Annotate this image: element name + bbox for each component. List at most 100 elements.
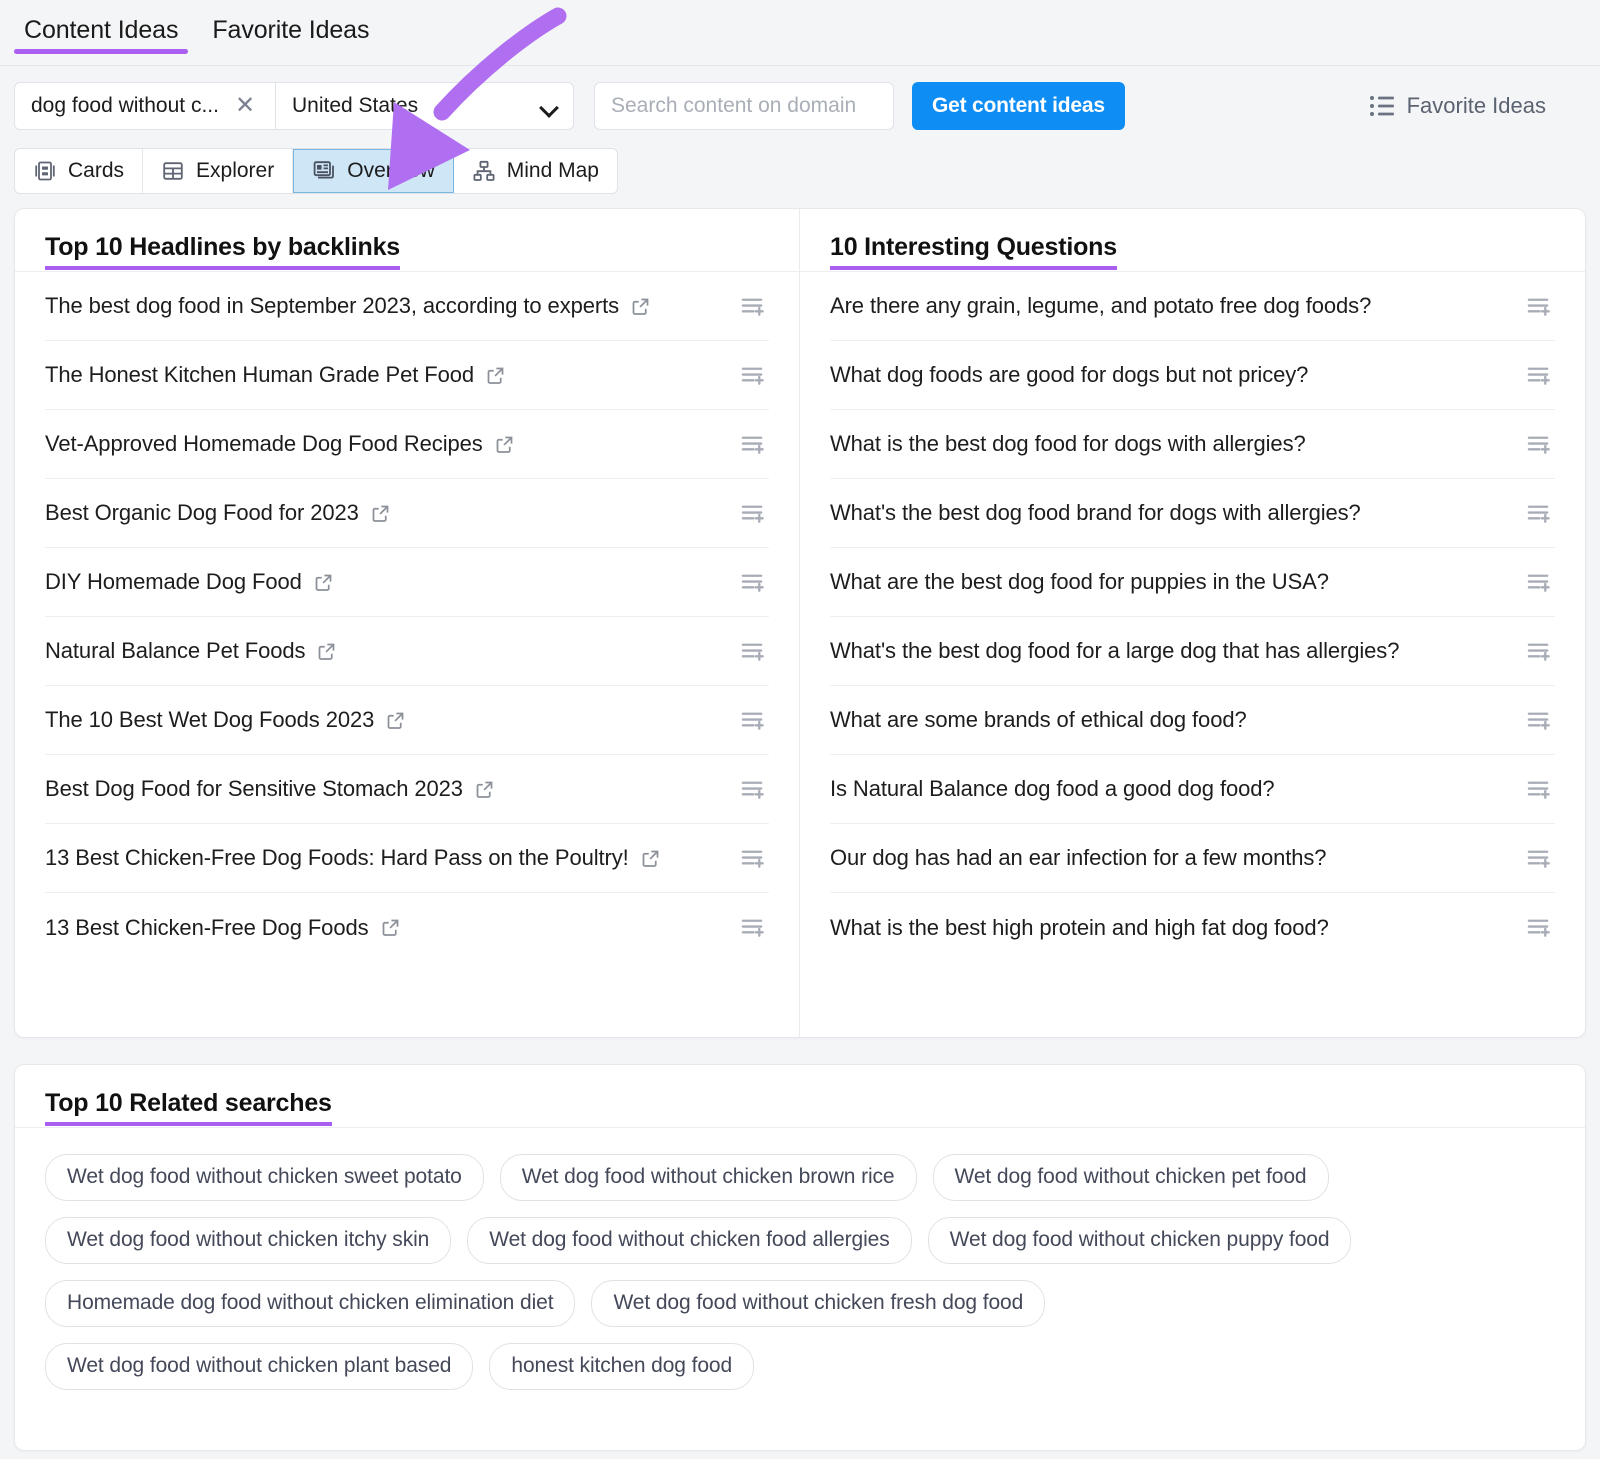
- headlines-header: Top 10 Headlines by backlinks: [15, 209, 799, 271]
- external-link-icon[interactable]: [385, 710, 406, 731]
- related-tag[interactable]: Wet dog food without chicken pet food: [932, 1154, 1329, 1201]
- external-link-icon[interactable]: [630, 296, 651, 317]
- add-to-list-icon[interactable]: [1526, 708, 1553, 733]
- view-mind-map-label: Mind Map: [506, 159, 599, 182]
- questions-title: 10 Interesting Questions: [830, 233, 1117, 270]
- external-link-icon[interactable]: [485, 365, 506, 386]
- list-item[interactable]: What dog foods are good for dogs but not…: [830, 341, 1555, 410]
- external-link-icon[interactable]: [380, 917, 401, 938]
- tab-favorite-ideas-label: Favorite Ideas: [212, 16, 370, 44]
- add-to-list-icon[interactable]: [1526, 294, 1553, 319]
- related-tag[interactable]: Wet dog food without chicken fresh dog f…: [591, 1280, 1046, 1327]
- database-select[interactable]: United States: [276, 82, 574, 130]
- external-link-icon[interactable]: [474, 779, 495, 800]
- question-label: What's the best dog food for a large dog…: [830, 638, 1400, 663]
- list-item[interactable]: Are there any grain, legume, and potato …: [830, 272, 1555, 341]
- favorite-ideas-button[interactable]: Favorite Ideas: [1369, 93, 1586, 119]
- add-to-list-icon[interactable]: [740, 708, 767, 733]
- view-explorer-label: Explorer: [196, 159, 275, 182]
- headline-label: Natural Balance Pet Foods: [45, 638, 306, 663]
- related-tag[interactable]: Wet dog food without chicken puppy food: [927, 1217, 1352, 1264]
- external-link-icon[interactable]: [316, 641, 337, 662]
- add-to-list-icon[interactable]: [1526, 777, 1553, 802]
- external-link-icon[interactable]: [313, 572, 334, 593]
- add-to-list-icon[interactable]: [740, 846, 767, 871]
- table-row[interactable]: Natural Balance Pet Foods: [45, 617, 769, 686]
- toolbar: dog food without c... ✕ United States Ge…: [0, 66, 1600, 130]
- table-row[interactable]: Best Organic Dog Food for 2023: [45, 479, 769, 548]
- list-item[interactable]: What's the best dog food brand for dogs …: [830, 479, 1555, 548]
- add-to-list-icon[interactable]: [1526, 639, 1553, 664]
- overview-icon: [313, 161, 335, 179]
- tab-content-ideas[interactable]: Content Ideas: [14, 0, 189, 54]
- table-row[interactable]: DIY Homemade Dog Food: [45, 548, 769, 617]
- keyword-chip[interactable]: dog food without c... ✕: [14, 82, 276, 130]
- list-item[interactable]: What is the best dog food for dogs with …: [830, 410, 1555, 479]
- related-tag[interactable]: Homemade dog food without chicken elimin…: [45, 1280, 576, 1327]
- questions-header: 10 Interesting Questions: [800, 209, 1585, 271]
- related-tag[interactable]: Wet dog food without chicken sweet potat…: [45, 1154, 484, 1201]
- list-item[interactable]: Our dog has had an ear infection for a f…: [830, 824, 1555, 893]
- add-to-list-icon[interactable]: [1526, 432, 1553, 457]
- get-content-ideas-button[interactable]: Get content ideas: [912, 82, 1125, 130]
- view-switcher: Cards Explorer Overview Mind Map: [14, 148, 618, 194]
- table-row[interactable]: 13 Best Chicken-Free Dog Foods: [45, 893, 769, 962]
- related-tag[interactable]: Wet dog food without chicken food allerg…: [467, 1217, 912, 1264]
- related-tag[interactable]: Wet dog food without chicken plant based: [45, 1343, 474, 1390]
- external-link-icon[interactable]: [370, 503, 391, 524]
- table-row[interactable]: 13 Best Chicken-Free Dog Foods: Hard Pas…: [45, 824, 769, 893]
- add-to-list-icon[interactable]: [740, 777, 767, 802]
- question-label: What are some brands of ethical dog food…: [830, 707, 1247, 732]
- headline-label: The Honest Kitchen Human Grade Pet Food: [45, 362, 474, 387]
- table-row[interactable]: The 10 Best Wet Dog Foods 2023: [45, 686, 769, 755]
- question-label: Is Natural Balance dog food a good dog f…: [830, 776, 1275, 801]
- question-label: Our dog has had an ear infection for a f…: [830, 845, 1327, 870]
- add-to-list-icon[interactable]: [740, 639, 767, 664]
- external-link-icon[interactable]: [494, 434, 515, 455]
- view-explorer[interactable]: Explorer: [143, 149, 294, 193]
- add-to-list-icon[interactable]: [740, 570, 767, 595]
- cards-icon: [35, 161, 55, 181]
- table-row[interactable]: Vet-Approved Homemade Dog Food Recipes: [45, 410, 769, 479]
- headline-label: 13 Best Chicken-Free Dog Foods: Hard Pas…: [45, 845, 629, 870]
- content-ideas-page: Content Ideas Favorite Ideas dog food wi…: [0, 0, 1600, 1459]
- add-to-list-icon[interactable]: [740, 363, 767, 388]
- questions-panel: 10 Interesting Questions Are there any g…: [800, 209, 1585, 1037]
- view-mind-map[interactable]: Mind Map: [454, 149, 617, 193]
- add-to-list-icon[interactable]: [740, 501, 767, 526]
- tab-favorite-ideas[interactable]: Favorite Ideas: [202, 0, 379, 45]
- headline-label: Vet-Approved Homemade Dog Food Recipes: [45, 431, 483, 456]
- add-to-list-icon[interactable]: [740, 915, 767, 940]
- add-to-list-icon[interactable]: [1526, 915, 1553, 940]
- close-icon[interactable]: ✕: [235, 94, 255, 118]
- related-tag[interactable]: Wet dog food without chicken brown rice: [499, 1154, 917, 1201]
- question-label: Are there any grain, legume, and potato …: [830, 293, 1372, 318]
- view-cards[interactable]: Cards: [15, 149, 144, 193]
- add-to-list-icon[interactable]: [1526, 501, 1553, 526]
- list-item[interactable]: Is Natural Balance dog food a good dog f…: [830, 755, 1555, 824]
- list-item[interactable]: What are some brands of ethical dog food…: [830, 686, 1555, 755]
- add-to-list-icon[interactable]: [1526, 570, 1553, 595]
- table-row[interactable]: The best dog food in September 2023, acc…: [45, 272, 769, 341]
- headlines-bottom-spacer: [15, 962, 799, 1036]
- table-row[interactable]: Best Dog Food for Sensitive Stomach 2023: [45, 755, 769, 824]
- table-row[interactable]: The Honest Kitchen Human Grade Pet Food: [45, 341, 769, 410]
- list-item[interactable]: What's the best dog food for a large dog…: [830, 617, 1555, 686]
- mind-map-icon: [473, 160, 495, 181]
- view-overview[interactable]: Overview: [293, 149, 454, 193]
- headlines-panel: Top 10 Headlines by backlinks The best d…: [15, 209, 800, 1037]
- view-overview-label: Overview: [347, 159, 435, 182]
- external-link-icon[interactable]: [640, 848, 661, 869]
- related-tag[interactable]: honest kitchen dog food: [489, 1343, 755, 1390]
- list-item[interactable]: What are the best dog food for puppies i…: [830, 548, 1555, 617]
- headlines-title: Top 10 Headlines by backlinks: [45, 233, 400, 270]
- list-item[interactable]: What is the best high protein and high f…: [830, 893, 1555, 962]
- question-label: What is the best dog food for dogs with …: [830, 431, 1306, 456]
- add-to-list-icon[interactable]: [1526, 363, 1553, 388]
- add-to-list-icon[interactable]: [740, 432, 767, 457]
- add-to-list-icon[interactable]: [1526, 846, 1553, 871]
- search-input[interactable]: [594, 82, 894, 130]
- related-tag[interactable]: Wet dog food without chicken itchy skin: [45, 1217, 452, 1264]
- add-to-list-icon[interactable]: [740, 294, 767, 319]
- chevron-down-icon: [541, 101, 557, 111]
